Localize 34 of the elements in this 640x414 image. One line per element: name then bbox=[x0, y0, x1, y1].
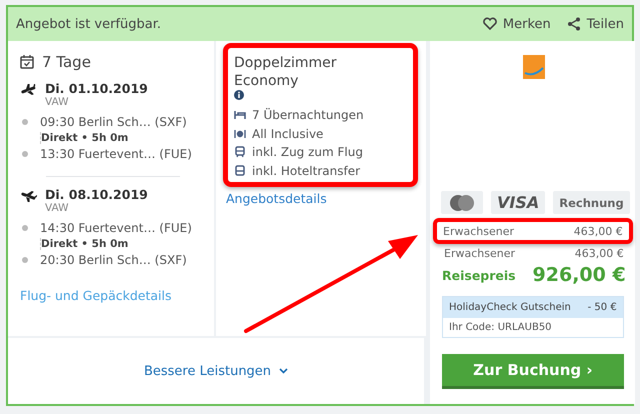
flight-leg: 13:30 Fuertevent… (FUE) bbox=[40, 147, 192, 161]
status-text: Angebot ist verfügbar. bbox=[16, 16, 162, 32]
flight-date: Di. 01.10.2019 bbox=[45, 81, 148, 96]
room-title: Doppelzimmer Economy bbox=[234, 54, 338, 90]
price-amount: 463,00 € bbox=[574, 246, 624, 260]
more-link[interactable]: Bessere Leistungen bbox=[144, 364, 288, 378]
feature-text: 7 Übernachtungen bbox=[252, 108, 364, 122]
flight-details-link[interactable]: Flug- und Gepäckdetails bbox=[20, 288, 172, 303]
booking-button[interactable]: Zur Buchung › bbox=[442, 354, 624, 389]
flight-info: Direkt • 5h 0m bbox=[40, 132, 202, 144]
offer-details-link[interactable]: Angebotsdetails bbox=[226, 191, 327, 206]
voucher-code: Ihr Code: URLAUB50 bbox=[448, 321, 553, 335]
airline-code: VAW bbox=[45, 202, 70, 214]
payment-badge: VISA bbox=[491, 191, 546, 214]
price-label: Erwachsener bbox=[443, 224, 514, 238]
price-label: Erwachsener bbox=[444, 246, 515, 260]
payment-badge: Rechnung bbox=[553, 191, 630, 214]
action-button[interactable]: Merken bbox=[482, 16, 551, 32]
feature-text: inkl. Hoteltransfer bbox=[252, 164, 360, 178]
action-button[interactable]: Teilen bbox=[566, 16, 624, 32]
feature-text: All Inclusive bbox=[252, 126, 324, 141]
voucher-title: HolidayCheck Gutschein bbox=[449, 302, 571, 313]
flight-leg: 14:30 Fuertevent… (FUE) bbox=[40, 221, 192, 235]
total-price: 926,00 € bbox=[532, 264, 626, 286]
price-amount: 463,00 € bbox=[574, 224, 623, 238]
total-label: Reisepreis bbox=[442, 268, 516, 282]
duration-label: 7 Tage bbox=[42, 53, 91, 71]
airline-code: VAW bbox=[45, 96, 70, 108]
flight-leg: 20:30 Berlin Sch… (SXF) bbox=[40, 253, 187, 267]
flight-info: Direkt • 5h 0m bbox=[40, 238, 202, 250]
flight-date: Di. 08.10.2019 bbox=[45, 187, 148, 202]
flight-leg: 09:30 Berlin Sch… (SXF) bbox=[40, 115, 187, 129]
feature-text: inkl. Zug zum Flug bbox=[252, 145, 363, 160]
voucher-amount: - 50 € bbox=[588, 302, 617, 313]
